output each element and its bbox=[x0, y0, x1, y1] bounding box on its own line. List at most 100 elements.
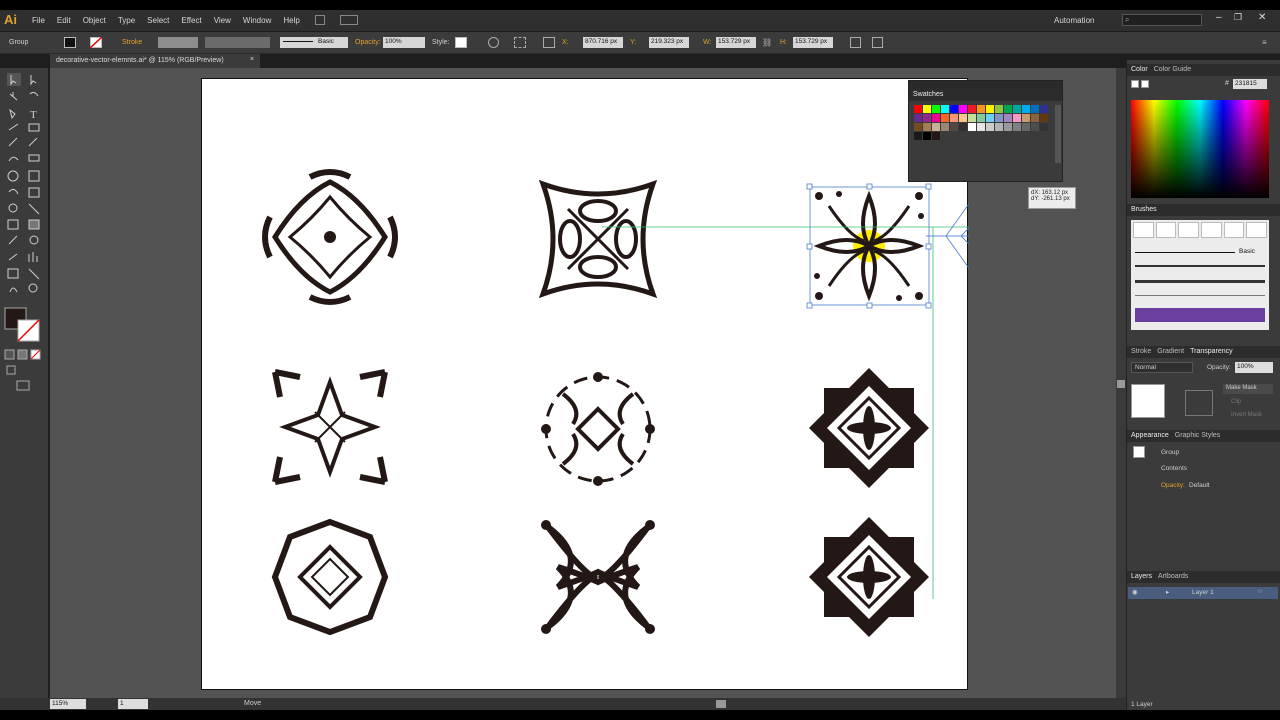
tab-color[interactable]: Color bbox=[1131, 66, 1148, 74]
swatch[interactable] bbox=[986, 105, 994, 113]
swatch[interactable] bbox=[968, 123, 976, 131]
color-fill-stroke-icon[interactable] bbox=[1131, 80, 1153, 90]
tab-graphic-styles[interactable]: Graphic Styles bbox=[1175, 432, 1221, 440]
opacity-field[interactable]: 100% bbox=[383, 37, 425, 48]
swatch[interactable] bbox=[950, 105, 958, 113]
swatch[interactable] bbox=[914, 114, 922, 122]
vertical-scroll-thumb[interactable] bbox=[1117, 380, 1125, 388]
appearance-contents-label[interactable]: Contents bbox=[1161, 465, 1187, 472]
tab-layers[interactable]: Layers bbox=[1131, 573, 1152, 581]
maximize-button[interactable]: ❐ bbox=[1234, 12, 1242, 23]
swatch[interactable] bbox=[959, 123, 967, 131]
menu-view[interactable]: View bbox=[214, 16, 231, 25]
tab-appearance[interactable]: Appearance bbox=[1131, 432, 1169, 440]
width-field[interactable]: 153.729 px bbox=[716, 37, 756, 48]
menu-window[interactable]: Window bbox=[243, 16, 271, 25]
swatch[interactable] bbox=[1031, 114, 1039, 122]
swatch[interactable] bbox=[932, 105, 940, 113]
swatch[interactable] bbox=[1013, 114, 1021, 122]
tab-brushes[interactable]: Brushes bbox=[1131, 206, 1157, 214]
x-field[interactable]: 870.716 px bbox=[583, 37, 623, 48]
align-to-icon[interactable] bbox=[514, 37, 526, 48]
swatch[interactable] bbox=[1040, 105, 1048, 113]
menu-object[interactable]: Object bbox=[83, 16, 106, 25]
stroke-weight-field[interactable] bbox=[158, 37, 198, 48]
tab-stroke[interactable]: Stroke bbox=[1131, 348, 1151, 356]
swatch[interactable] bbox=[941, 114, 949, 122]
swatch[interactable] bbox=[914, 123, 922, 131]
search-help-input[interactable]: ⌕ bbox=[1122, 14, 1202, 26]
tab-color-guide[interactable]: Color Guide bbox=[1154, 66, 1191, 74]
fill-swatch[interactable] bbox=[64, 37, 76, 48]
tab-transparency[interactable]: Transparency bbox=[1190, 348, 1233, 356]
swatch[interactable] bbox=[941, 105, 949, 113]
brushes-list[interactable]: Basic bbox=[1131, 220, 1269, 330]
zoom-field[interactable]: 115% bbox=[50, 699, 86, 709]
vertical-scrollbar[interactable] bbox=[1116, 68, 1126, 698]
swatch[interactable] bbox=[1022, 123, 1030, 131]
menu-file[interactable]: File bbox=[32, 16, 45, 25]
swatch[interactable] bbox=[923, 132, 931, 140]
swatch[interactable] bbox=[950, 114, 958, 122]
stroke-label[interactable]: Stroke bbox=[122, 39, 142, 46]
tab-gradient[interactable]: Gradient bbox=[1157, 348, 1184, 356]
menu-effect[interactable]: Effect bbox=[181, 16, 201, 25]
bridge-icon[interactable] bbox=[315, 15, 325, 25]
minimize-button[interactable]: – bbox=[1216, 12, 1222, 23]
transparency-opacity-field[interactable]: 100% bbox=[1235, 362, 1273, 373]
current-tool-status[interactable]: Move bbox=[244, 700, 261, 707]
swatch[interactable] bbox=[977, 105, 985, 113]
swatch[interactable] bbox=[932, 123, 940, 131]
document-tab[interactable]: decorative-vector-elemnts.ai* @ 115% (RG… bbox=[50, 54, 260, 68]
expand-layer-icon[interactable]: ▸ bbox=[1166, 588, 1169, 596]
swatch[interactable] bbox=[1040, 123, 1048, 131]
menu-select[interactable]: Select bbox=[147, 16, 169, 25]
swatch[interactable] bbox=[923, 105, 931, 113]
swatch[interactable] bbox=[1022, 105, 1030, 113]
swatch[interactable] bbox=[950, 123, 958, 131]
graphic-style-swatch[interactable] bbox=[455, 37, 467, 48]
horizontal-scroll-thumb[interactable] bbox=[716, 700, 726, 708]
color-spectrum[interactable] bbox=[1131, 100, 1269, 198]
menu-help[interactable]: Help bbox=[283, 16, 299, 25]
swatches-tab[interactable]: Swatches bbox=[909, 89, 1062, 101]
close-button[interactable]: ✕ bbox=[1258, 12, 1266, 23]
swatches-panel-grip[interactable] bbox=[909, 81, 1062, 89]
hex-input[interactable]: 231815 bbox=[1233, 79, 1267, 89]
opacity-label[interactable]: Opacity: bbox=[355, 39, 381, 46]
variable-width-profile[interactable] bbox=[205, 37, 270, 48]
height-field[interactable]: 153.729 px bbox=[793, 37, 833, 48]
stroke-swatch[interactable] bbox=[90, 37, 102, 48]
swatch[interactable] bbox=[968, 114, 976, 122]
swatch[interactable] bbox=[968, 105, 976, 113]
swatch[interactable] bbox=[1013, 123, 1021, 131]
recolor-artwork-icon[interactable] bbox=[488, 37, 499, 48]
blend-mode-select[interactable]: Normal bbox=[1131, 362, 1193, 373]
swatch[interactable] bbox=[995, 105, 1003, 113]
visibility-eye-icon[interactable]: ◉ bbox=[1132, 588, 1138, 596]
swatch[interactable] bbox=[932, 132, 940, 140]
close-document-icon[interactable]: × bbox=[250, 56, 254, 63]
isolate-group-icon[interactable] bbox=[872, 37, 883, 48]
menu-type[interactable]: Type bbox=[118, 16, 135, 25]
swatch[interactable] bbox=[959, 105, 967, 113]
swatches-scrollbar[interactable] bbox=[1055, 105, 1061, 163]
layer-row[interactable]: ◉ ▸ Layer 1 ○ bbox=[1128, 587, 1278, 599]
swatch[interactable] bbox=[914, 105, 922, 113]
swatch[interactable] bbox=[995, 123, 1003, 131]
transform-icon[interactable] bbox=[850, 37, 861, 48]
swatch[interactable] bbox=[941, 123, 949, 131]
make-mask-button[interactable]: Make Mask bbox=[1223, 384, 1273, 394]
swatch[interactable] bbox=[1013, 105, 1021, 113]
artboard-navigation-field[interactable]: 1 bbox=[118, 699, 148, 709]
swatch[interactable] bbox=[986, 114, 994, 122]
swatch[interactable] bbox=[1031, 123, 1039, 131]
swatch[interactable] bbox=[923, 123, 931, 131]
brush-definition-select[interactable]: Basic bbox=[280, 37, 348, 48]
swatch[interactable] bbox=[1004, 114, 1012, 122]
swatch[interactable] bbox=[977, 123, 985, 131]
swatch[interactable] bbox=[1004, 105, 1012, 113]
swatch[interactable] bbox=[977, 114, 985, 122]
appearance-opacity-link[interactable]: Opacity: bbox=[1161, 482, 1185, 489]
swatch[interactable] bbox=[923, 114, 931, 122]
